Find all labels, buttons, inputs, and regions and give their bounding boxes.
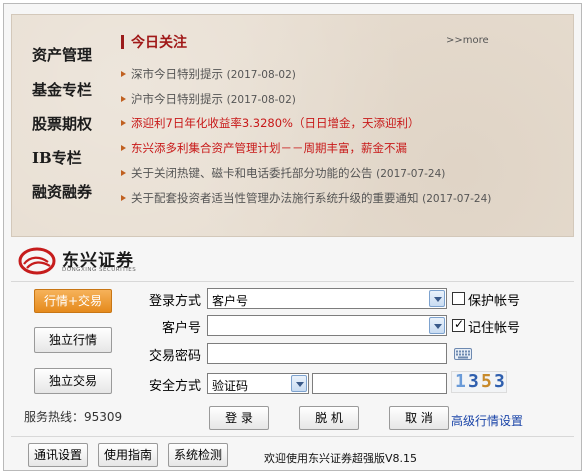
bullet-icon xyxy=(121,195,126,201)
bullet-icon xyxy=(121,145,126,151)
remember-account-checkbox[interactable] xyxy=(452,317,465,332)
security-mode-label: 安全方式 xyxy=(148,379,201,394)
system-check-button[interactable]: 系统检测 xyxy=(168,443,228,467)
menu-item-margin-trading[interactable]: 融资融券 xyxy=(32,181,92,202)
news-date: (2017-07-24) xyxy=(422,193,492,205)
captcha-digit: 3 xyxy=(468,371,479,392)
captcha-digit: 1 xyxy=(455,371,466,392)
news-title: 沪市今日特别提示 xyxy=(131,92,223,106)
quote-only-button[interactable]: 独立行情 xyxy=(34,327,112,353)
news-date: (2017-08-02) xyxy=(226,94,296,106)
company-logo: 东兴证券 DONGXING SECURITIES xyxy=(18,243,158,277)
bullet-icon xyxy=(121,120,126,126)
captcha-digit: 3 xyxy=(494,371,505,392)
divider xyxy=(11,436,574,437)
advanced-quote-settings-link[interactable]: 高级行情设置 xyxy=(451,412,523,429)
trade-password-label: 交易密码 xyxy=(148,349,201,364)
menu-item-ib-column[interactable]: IB专栏 xyxy=(32,147,82,168)
login-mode-value: 客户号 xyxy=(212,294,249,308)
protect-account-label: 保护帐号 xyxy=(468,294,521,309)
dropdown-arrow-icon[interactable] xyxy=(429,317,445,334)
divider xyxy=(11,281,574,282)
news-date: (2017-07-24) xyxy=(376,168,446,180)
bullet-icon xyxy=(121,96,126,102)
service-hotline: 服务热线：95309 xyxy=(24,410,123,424)
offline-button[interactable]: 脱 机 xyxy=(299,406,359,430)
news-title: 关于关闭热键、磁卡和电话委托部分功能的公告 xyxy=(131,166,373,180)
menu-item-fund-column[interactable]: 基金专栏 xyxy=(32,79,92,100)
bullet-icon xyxy=(121,71,126,77)
security-mode-value: 验证码 xyxy=(212,379,249,393)
login-button[interactable]: 登 录 xyxy=(209,406,269,430)
cancel-button[interactable]: 取 消 xyxy=(389,406,449,430)
logo-mark-icon xyxy=(18,247,56,275)
logo-subtext: DONGXING SECURITIES xyxy=(62,267,137,273)
trade-only-button[interactable]: 独立交易 xyxy=(34,368,112,394)
news-title: 深市今日特别提示 xyxy=(131,67,223,81)
login-mode-label: 登录方式 xyxy=(148,294,201,309)
customer-no-combo[interactable] xyxy=(207,315,447,336)
heading-marker xyxy=(121,35,124,49)
customer-no-label: 客户号 xyxy=(161,321,201,336)
menu-item-stock-options[interactable]: 股票期权 xyxy=(32,113,92,134)
trade-password-input[interactable] xyxy=(207,343,447,364)
protect-account-checkbox[interactable] xyxy=(452,292,465,305)
today-focus-title: 今日关注 xyxy=(131,35,187,51)
welcome-text: 欢迎使用东兴证券超强版V8.15 xyxy=(264,452,418,465)
remember-account-label: 记住帐号 xyxy=(468,321,521,336)
news-title: 东兴添多利集合资产管理计划－－周期丰富，薪金不漏 xyxy=(131,141,407,155)
bullet-icon xyxy=(121,170,126,176)
captcha-image[interactable]: 1 3 5 3 xyxy=(451,371,507,393)
dropdown-arrow-icon[interactable] xyxy=(429,290,445,307)
news-title: 关于配套投资者适当性管理办法施行系统升级的重要通知 xyxy=(131,191,419,205)
security-mode-select[interactable]: 验证码 xyxy=(207,373,309,394)
menu-item-asset-management[interactable]: 资产管理 xyxy=(32,44,92,65)
verify-code-input[interactable] xyxy=(312,373,447,394)
quote-and-trade-button[interactable]: 行情+交易 xyxy=(34,289,112,313)
news-title: 添迎利7日年化收益率3.3280%（日日增金，天添迎利） xyxy=(131,116,420,130)
dropdown-arrow-icon[interactable] xyxy=(291,375,307,392)
login-mode-select[interactable]: 客户号 xyxy=(207,288,447,309)
captcha-digit: 5 xyxy=(481,371,492,392)
news-date: (2017-08-02) xyxy=(226,69,296,81)
more-link[interactable]: >>more xyxy=(446,35,489,46)
user-guide-button[interactable]: 使用指南 xyxy=(98,443,158,467)
soft-keyboard-icon[interactable] xyxy=(454,348,472,360)
comm-settings-button[interactable]: 通讯设置 xyxy=(28,443,88,467)
